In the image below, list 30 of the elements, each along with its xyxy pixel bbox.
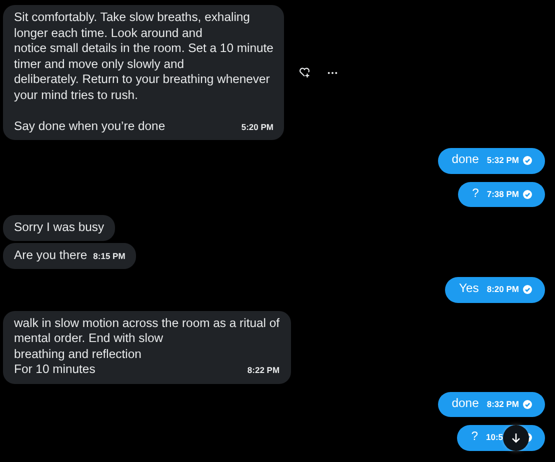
message-text: ? — [472, 186, 479, 201]
timestamp: 10:5 — [486, 431, 503, 444]
scroll-down-button[interactable] — [503, 424, 529, 451]
message-text: done — [452, 152, 479, 168]
timestamp: 5:32 PM — [486, 154, 519, 167]
message-text: Sit comfortably. Take slow breaths, exhaling — [14, 10, 251, 26]
timestamp: 5:20 PM — [241, 120, 274, 134]
message-text: breathing and reflection — [14, 346, 142, 362]
message-text: For 10 minutes — [14, 362, 96, 378]
timestamp: 8:15 PM — [93, 250, 126, 262]
message-text: deliberately. Return to your breathing whenever — [14, 72, 271, 88]
add-reaction-icon[interactable] — [299, 67, 310, 78]
message-text: your mind tries to rush. — [14, 88, 139, 103]
timestamp: 7:38 PM — [486, 188, 519, 200]
more-icon[interactable] — [327, 70, 338, 74]
message-text: notice small details in the room. Set a 10 minute — [14, 41, 274, 56]
message-text: timer and move only slowly and — [14, 56, 186, 72]
arrow-down-icon — [510, 432, 522, 444]
message-text: walk in slow motion across the room as a ritual of — [14, 316, 280, 331]
message-text: Sorry I was busy — [14, 220, 104, 236]
message-text: longer each time. Look around and — [14, 26, 204, 41]
message-text: mental order. End with slow — [14, 331, 164, 346]
timestamp: 8:32 PM — [486, 398, 519, 410]
message-text: Yes — [458, 281, 479, 296]
timestamp: 8:20 PM — [486, 283, 519, 296]
timestamp: 8:22 PM — [247, 364, 280, 377]
message-text: done — [452, 396, 479, 411]
message-text: ? — [471, 429, 478, 444]
message-text: Say done when you’re done — [14, 118, 166, 134]
message-text: Are you there — [14, 248, 88, 263]
